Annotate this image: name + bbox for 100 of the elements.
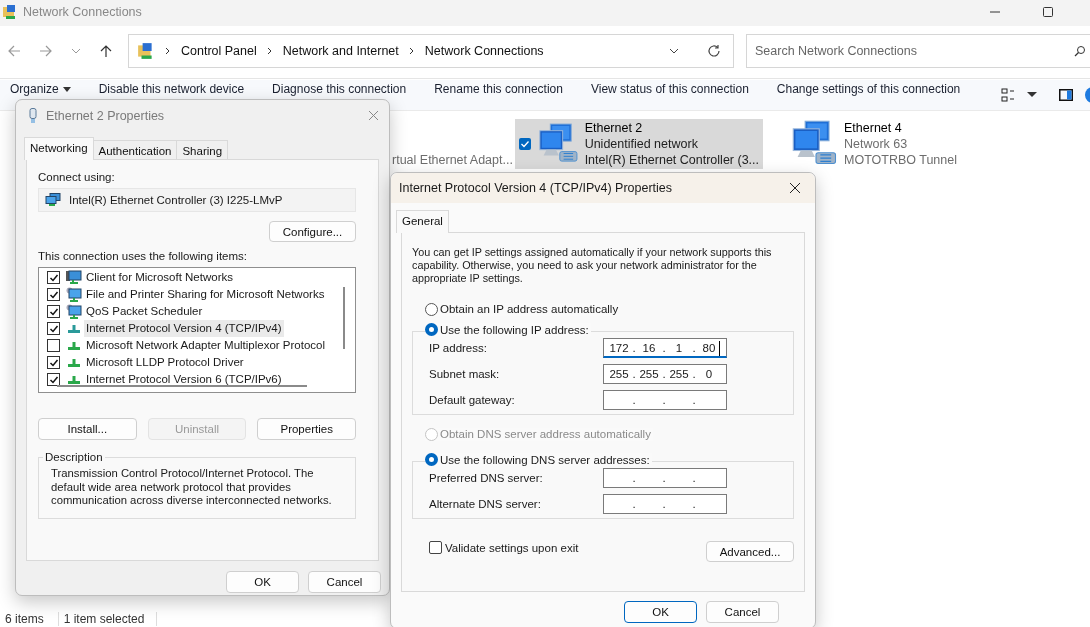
group-title: Description xyxy=(44,451,104,463)
field-label: Alternate DNS server: xyxy=(429,498,542,510)
forward-arrow-icon[interactable] xyxy=(39,44,53,58)
caret-icon xyxy=(62,86,71,93)
intro-text: You can get IP settings assigned automatically if your network supports this capability. Otherwise, you need to ask your network administrator for the appropriate IP settings. xyxy=(412,246,773,285)
scrollbar[interactable] xyxy=(57,385,307,387)
list-item[interactable]: Client for Microsoft Networks xyxy=(84,269,235,286)
checkbox[interactable] xyxy=(47,339,60,352)
maximize-icon[interactable] xyxy=(1042,6,1054,18)
dialog-button[interactable]: Properties xyxy=(257,418,356,440)
chevron-right-icon xyxy=(407,47,416,55)
recent-chevron-icon[interactable] xyxy=(71,46,81,56)
connection-item[interactable]: Ethernet 2 Unidentified network Intel(R) Ethernet Controller (3... xyxy=(515,119,763,169)
radio-button[interactable] xyxy=(425,302,438,316)
configure-button[interactable]: Configure... xyxy=(269,221,356,242)
refresh-icon[interactable] xyxy=(707,44,721,58)
command-button[interactable]: Disable this network device xyxy=(84,83,259,96)
computer-icon xyxy=(66,269,82,286)
adapter-name: Intel(R) Ethernet Controller (3) I225-LMvP xyxy=(69,194,283,206)
checkbox[interactable] xyxy=(47,373,60,386)
checkbox[interactable] xyxy=(429,541,442,554)
checkbox-label: Validate settings upon exit xyxy=(445,541,579,554)
command-button[interactable]: Diagnose this connection xyxy=(258,83,421,96)
connection-device: MOTOTRBO Tunnel xyxy=(844,152,957,168)
ip-address-field[interactable]: 172 . 16 . 1 . 80 xyxy=(603,338,727,358)
connection-item[interactable]: Ethernet 4 Network 63 MOTOTRBO Tunnel xyxy=(790,119,1038,169)
list-item[interactable]: Internet Protocol Version 6 (TCP/IPv6) xyxy=(84,371,284,388)
command-button[interactable]: View status of this connection xyxy=(576,83,763,96)
radio-label: Obtain DNS server address automatically xyxy=(440,428,651,440)
shared-computer-icon xyxy=(66,286,82,303)
network-folder-icon xyxy=(2,4,18,20)
command-button[interactable]: Rename this connection xyxy=(420,83,577,96)
search-icon xyxy=(1074,45,1086,57)
address-bar[interactable]: Control Panel Network and Internet Network Connections xyxy=(128,34,734,68)
chevron-right-icon xyxy=(265,47,274,55)
tab[interactable]: General xyxy=(396,210,449,233)
section-label: This connection uses the following items: xyxy=(38,250,249,262)
field-label: Default gateway: xyxy=(429,394,516,406)
breadcrumb[interactable]: Control Panel xyxy=(181,44,257,58)
connection-device: Intel(R) Ethernet Controller (3... xyxy=(584,152,759,168)
search-field[interactable]: Search Network Connections xyxy=(746,34,1090,68)
connection-name: Ethernet 4 xyxy=(844,120,903,136)
scrollbar[interactable] xyxy=(343,287,345,349)
protocol-icon xyxy=(68,324,80,333)
up-arrow-icon[interactable] xyxy=(99,44,113,58)
back-arrow-icon[interactable] xyxy=(7,44,21,58)
list-item[interactable]: File and Printer Sharing for Microsoft Networks xyxy=(84,286,327,303)
description-text: Transmission Control Protocol/Internet Protocol. The default wide area network protocol that provides communication across diverse interconnected networks. xyxy=(51,467,333,508)
connection-device: rtual Ethernet Adapt... xyxy=(392,153,513,167)
radio-button[interactable] xyxy=(425,453,438,466)
list-item[interactable]: Microsoft Network Adapter Multiplexor Protocol xyxy=(84,337,328,354)
ip-address-field[interactable]: . . . xyxy=(603,390,727,410)
advanced-button[interactable]: Advanced... xyxy=(706,541,794,562)
chevron-right-icon xyxy=(164,47,172,55)
radio-button[interactable] xyxy=(425,323,438,336)
connection-name: Ethernet 2 xyxy=(584,120,644,136)
cancel-button[interactable]: Cancel xyxy=(706,601,779,623)
view-options-icon[interactable] xyxy=(1001,88,1015,102)
field-label: Preferred DNS server: xyxy=(429,472,544,484)
close-icon[interactable] xyxy=(789,182,801,194)
checkbox[interactable] xyxy=(47,288,60,301)
breadcrumb[interactable]: Network and Internet xyxy=(282,44,399,58)
list-item[interactable]: QoS Packet Scheduler xyxy=(84,303,205,320)
checkbox[interactable] xyxy=(519,138,531,150)
checkbox[interactable] xyxy=(47,322,60,335)
field-label: Subnet mask: xyxy=(429,368,501,380)
tab[interactable]: Networking xyxy=(24,137,94,160)
protocol-icon xyxy=(68,375,80,384)
ip-address-field[interactable]: . . . xyxy=(603,468,727,488)
radio-label: Use the following IP address: xyxy=(440,323,589,336)
status-text: 1 item selected xyxy=(58,611,158,626)
list-item[interactable]: Internet Protocol Version 4 (TCP/IPv4) xyxy=(84,320,284,337)
section-label: Connect using: xyxy=(38,171,116,183)
ip-address-field[interactable]: 255 . 255 . 255 . 0 xyxy=(603,364,727,384)
ok-button[interactable]: OK xyxy=(226,571,299,593)
list-item[interactable]: Microsoft LLDP Protocol Driver xyxy=(84,354,246,371)
ok-button[interactable]: OK xyxy=(624,601,697,623)
radio-label: Use the following DNS server addresses: xyxy=(440,453,650,466)
organize-menu[interactable]: Organize xyxy=(8,83,85,96)
radio-label: Obtain an IP address automatically xyxy=(440,303,619,315)
command-button[interactable]: Change settings of this connection xyxy=(762,83,975,96)
breadcrumb[interactable]: Network Connections xyxy=(424,44,544,58)
shared-computer-icon xyxy=(66,303,82,320)
status-text: 6 items xyxy=(0,611,59,626)
checkbox[interactable] xyxy=(47,305,60,318)
protocol-icon xyxy=(68,341,80,350)
field-label: IP address: xyxy=(429,342,488,354)
connection-status: Network 63 xyxy=(844,136,909,152)
ip-address-field[interactable]: . . . xyxy=(603,494,727,514)
caret-icon[interactable] xyxy=(1027,92,1037,98)
dialog-title: Internet Protocol Version 4 (TCP/IPv4) Properties xyxy=(399,181,673,195)
checkbox[interactable] xyxy=(47,356,60,369)
checkbox[interactable] xyxy=(47,271,60,284)
network-adapter-icon xyxy=(45,193,61,207)
dialog-button[interactable]: Install... xyxy=(38,418,137,440)
tab[interactable]: Sharing xyxy=(176,140,229,160)
protocol-icon xyxy=(68,358,80,367)
preview-pane-icon[interactable] xyxy=(1059,89,1073,101)
cancel-button[interactable]: Cancel xyxy=(308,571,381,593)
network-cable-icon xyxy=(28,107,38,124)
